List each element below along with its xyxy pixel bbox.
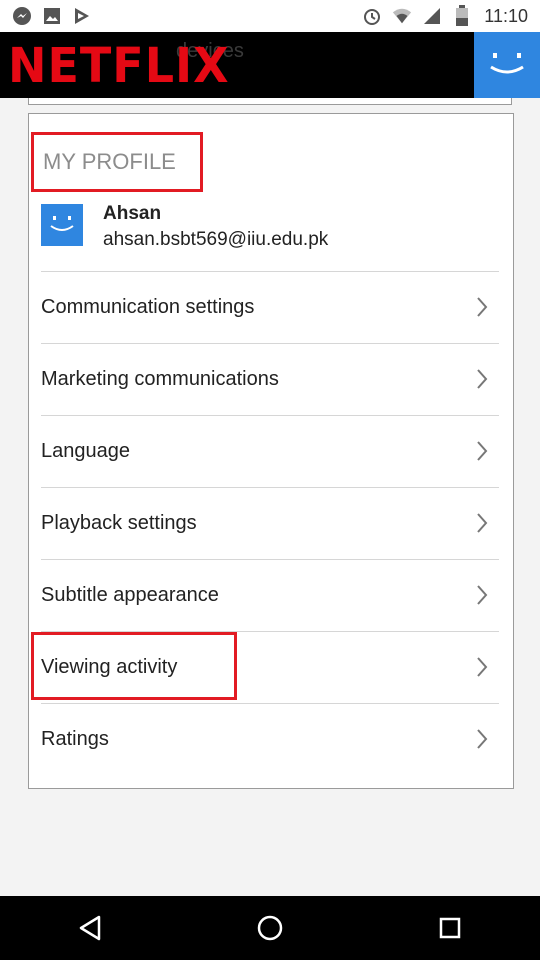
image-icon bbox=[42, 6, 62, 26]
previous-card-edge bbox=[28, 98, 512, 105]
my-profile-card: MY PROFILE Ahsan ahsan.bsbt569@iiu.edu.p… bbox=[28, 113, 514, 789]
status-left-icons bbox=[12, 6, 92, 26]
user-email: ahsan.bsbt569@iiu.edu.pk bbox=[103, 229, 329, 250]
user-avatar bbox=[41, 204, 83, 246]
messenger-icon bbox=[12, 6, 32, 26]
smiley-avatar-icon bbox=[50, 216, 74, 231]
menu-item-communication-settings[interactable]: Communication settings bbox=[41, 271, 499, 343]
menu-item-label: Playback settings bbox=[41, 512, 197, 534]
home-button[interactable] bbox=[240, 898, 300, 958]
user-name: Ahsan bbox=[103, 203, 162, 224]
status-bar: 11:10 bbox=[0, 0, 540, 32]
signal-icon bbox=[422, 6, 442, 26]
battery-icon bbox=[452, 5, 472, 26]
smiley-avatar-icon bbox=[490, 53, 524, 74]
menu-item-label: Language bbox=[41, 440, 130, 462]
status-right-icons: 11:10 bbox=[362, 5, 528, 27]
menu-item-label: Communication settings bbox=[41, 296, 255, 318]
wifi-icon bbox=[392, 6, 412, 26]
chevron-right-icon bbox=[477, 585, 488, 605]
clock-time: 11:10 bbox=[484, 5, 528, 26]
menu-item-playback-settings[interactable]: Playback settings bbox=[41, 487, 499, 559]
back-icon bbox=[79, 915, 101, 941]
highlight-box-viewing-activity bbox=[31, 632, 237, 700]
highlight-box-my-profile bbox=[31, 132, 203, 192]
header-avatar[interactable] bbox=[474, 32, 540, 98]
menu-item-subtitle-appearance[interactable]: Subtitle appearance bbox=[41, 559, 499, 631]
back-button[interactable] bbox=[60, 898, 120, 958]
chevron-right-icon bbox=[477, 729, 488, 749]
menu-item-language[interactable]: Language bbox=[41, 415, 499, 487]
chevron-right-icon bbox=[477, 297, 488, 317]
chevron-right-icon bbox=[477, 513, 488, 533]
app-header: devices NETFLIX bbox=[0, 32, 540, 98]
netflix-logo[interactable]: NETFLIX bbox=[8, 37, 230, 94]
recents-icon bbox=[439, 917, 461, 939]
menu-item-label: Subtitle appearance bbox=[41, 584, 219, 606]
chevron-right-icon bbox=[477, 441, 488, 461]
menu-item-ratings[interactable]: Ratings bbox=[41, 703, 499, 775]
user-info: Ahsan ahsan.bsbt569@iiu.edu.pk bbox=[41, 203, 329, 251]
recents-button[interactable] bbox=[420, 898, 480, 958]
system-nav-bar bbox=[0, 896, 540, 960]
chevron-right-icon bbox=[477, 369, 488, 389]
menu-item-label: Ratings bbox=[41, 728, 109, 750]
menu-item-label: Marketing communications bbox=[41, 368, 279, 390]
home-icon bbox=[257, 915, 283, 941]
chevron-right-icon bbox=[477, 657, 488, 677]
menu-item-marketing-communications[interactable]: Marketing communications bbox=[41, 343, 499, 415]
play-store-icon bbox=[72, 6, 92, 26]
alarm-icon bbox=[362, 6, 382, 26]
